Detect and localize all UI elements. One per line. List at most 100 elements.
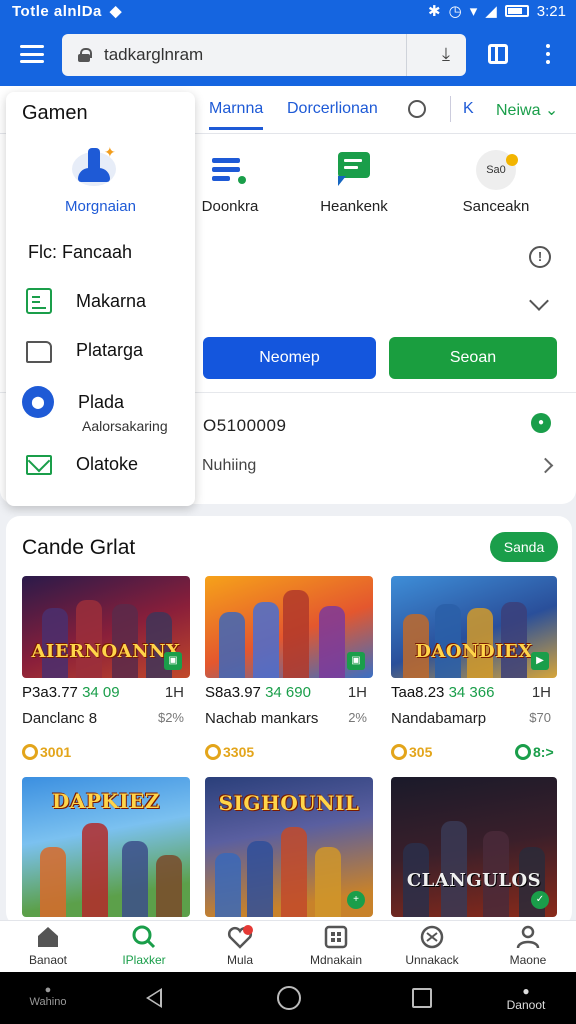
bottom-nav-profile[interactable]: Maone	[480, 925, 576, 967]
url-text: tadkarglnram	[104, 45, 204, 64]
chat-icon	[334, 150, 374, 190]
game-badge-icon: ▣	[164, 652, 182, 670]
quick-action-chat[interactable]: Heankenk	[289, 144, 419, 215]
game-name-row: Nandabamarp $70	[391, 710, 557, 727]
user-icon: ●	[522, 984, 530, 998]
game-price-highlight: 34 690	[265, 684, 311, 701]
menu-icon[interactable]	[20, 45, 44, 63]
drawer-title: Gamen	[22, 102, 88, 124]
profile-icon[interactable]: ✦	[72, 144, 116, 188]
game-thumbnail[interactable]: SIGHOUNIL +	[205, 777, 373, 917]
signal-icon: ◢	[485, 3, 497, 20]
search-icon	[131, 925, 157, 949]
game-thumbnail[interactable]: CLANGULOS ✓	[391, 777, 557, 917]
system-nav-right[interactable]: ● Danoot	[494, 984, 558, 1012]
tabs-icon[interactable]	[488, 44, 508, 64]
side-drawer: Gamen ✦ Morgnaian Flc: Fancaah Makarna P…	[6, 92, 195, 506]
game-price-row: S8a3.97 34 690 1H	[205, 684, 373, 701]
recent-apps-icon[interactable]	[412, 988, 432, 1008]
drawer-item-label: Olatoke	[76, 454, 139, 474]
game-extra-value: 8:>	[533, 744, 554, 760]
drawer-profile-label[interactable]: Morgnaian	[6, 198, 195, 215]
alarm-icon: ✱	[428, 3, 441, 20]
drawer-item-plada[interactable]: ⬤ Plada	[22, 386, 125, 418]
game-thumbnail[interactable]: AIERNOANNX ▣	[22, 576, 190, 678]
game-thumbnail[interactable]: ▣	[205, 576, 373, 678]
game-badge-icon: ▶	[531, 652, 549, 670]
sheet-icon	[26, 288, 52, 314]
bottom-nav-grid[interactable]: Mdnakain	[288, 925, 384, 967]
game-coins: 305	[391, 744, 432, 760]
bottom-nav-label: Maone	[509, 953, 547, 967]
game-price-row: Taa8.23 34 366 1H	[391, 684, 557, 701]
bottom-nav-globe[interactable]: Unnakack	[384, 925, 480, 967]
chevron-down-icon: ⌄	[544, 102, 559, 119]
status-right: ✱ ◷ ▾ ◢ 3:21	[428, 2, 566, 21]
badge-icon: Sa0	[476, 150, 518, 190]
tab-primary[interactable]: Marnna	[209, 100, 264, 130]
more-options-icon[interactable]	[546, 44, 550, 64]
game-name: Nandabamarp	[391, 710, 487, 727]
grid-icon	[323, 925, 349, 949]
status-bar: Totle alnlDa ◆ ✱ ◷ ▾ ◢ 3:21	[0, 0, 576, 22]
game-percent: 2%	[348, 710, 367, 725]
coin-icon	[205, 744, 221, 760]
bottom-nav-label: IPlaxker	[122, 953, 166, 967]
info-icon[interactable]: !	[529, 246, 551, 268]
download-icon[interactable]: ⤓	[442, 44, 450, 65]
check-icon[interactable]: ✓	[531, 891, 549, 909]
info-value: O5100009	[203, 416, 287, 435]
bottom-nav-favorites[interactable]: Mula	[192, 925, 288, 967]
new-dropdown[interactable]: Neiwa ⌄	[496, 100, 558, 120]
info-input[interactable]: Nuhiing	[196, 450, 546, 482]
tab-secondary[interactable]: Dorcerlionan	[287, 100, 378, 118]
bottom-nav-label: Mdnakain	[309, 953, 363, 967]
back-icon[interactable]	[146, 988, 162, 1008]
games-filter-pill[interactable]: Sanda	[490, 532, 558, 562]
game-name: Nachab mankars	[205, 710, 319, 727]
url-bar[interactable]: tadkarglnram ⤓	[62, 34, 466, 76]
status-carrier: Totle alnlDa	[12, 2, 102, 20]
add-icon[interactable]: +	[347, 891, 365, 909]
drawer-item-platarga[interactable]: Platarga	[26, 337, 143, 363]
game-hours: 1H	[531, 684, 551, 701]
game-price-row: P3a3.77 34 09 1H	[22, 684, 190, 701]
shield-icon: ⬤	[22, 386, 54, 418]
clock-icon: ◷	[448, 3, 462, 20]
game-coins: 3001	[22, 744, 71, 760]
url-divider	[406, 34, 407, 76]
game-price: Taa8.23	[391, 684, 445, 701]
bottom-nav-home[interactable]: Banaot	[0, 925, 96, 967]
game-percent: $2%	[157, 710, 184, 725]
drawer-item-olatoke[interactable]: Olatoke	[26, 454, 138, 475]
bottom-nav-search[interactable]: IPlaxker	[96, 925, 192, 967]
secondary-button[interactable]: Seoan	[389, 337, 557, 379]
tab-divider	[450, 96, 451, 122]
drawer-item-sublabel: Aalorsakaring	[82, 418, 168, 434]
drawer-item-label: Plada	[78, 391, 125, 412]
game-badge-icon: ▣	[347, 652, 365, 670]
game-hours: 1H	[347, 684, 367, 701]
quick-action-label: Heankenk	[320, 198, 388, 215]
games-title: Cande Grlat	[22, 536, 136, 559]
search-icon[interactable]	[408, 100, 426, 118]
system-nav-left[interactable]: ● Wahino	[18, 984, 78, 1008]
quick-action-badge[interactable]: Sa0 Sanceakn	[431, 144, 561, 215]
game-thumbnail[interactable]: DAPKIEZ	[22, 777, 190, 917]
drawer-item-makarna[interactable]: Makarna	[26, 288, 146, 314]
game-price: P3a3.77	[22, 684, 78, 701]
game-thumbnail[interactable]: DAONDIEX ▶	[391, 576, 557, 678]
coin-icon	[391, 744, 407, 760]
game-percent: $70	[529, 710, 551, 725]
home-button-icon[interactable]	[277, 986, 301, 1010]
lock-icon	[78, 48, 92, 62]
game-coin-value: 3001	[40, 744, 72, 760]
bottom-nav: Banaot IPlaxker Mula Mdnakain Unnakack M…	[0, 920, 576, 972]
chevron-down-icon[interactable]	[529, 291, 549, 311]
tab-k[interactable]: K	[463, 100, 474, 118]
system-nav-right-label: Danoot	[506, 998, 546, 1012]
drawer-file-label: Flc: Fancaah	[28, 242, 133, 262]
games-section: Cande Grlat Sanda AIERNOANNX ▣ P3a3.77 3…	[6, 516, 572, 926]
primary-button[interactable]: Neomep	[203, 337, 376, 379]
wifi-icon: ▾	[469, 3, 478, 20]
